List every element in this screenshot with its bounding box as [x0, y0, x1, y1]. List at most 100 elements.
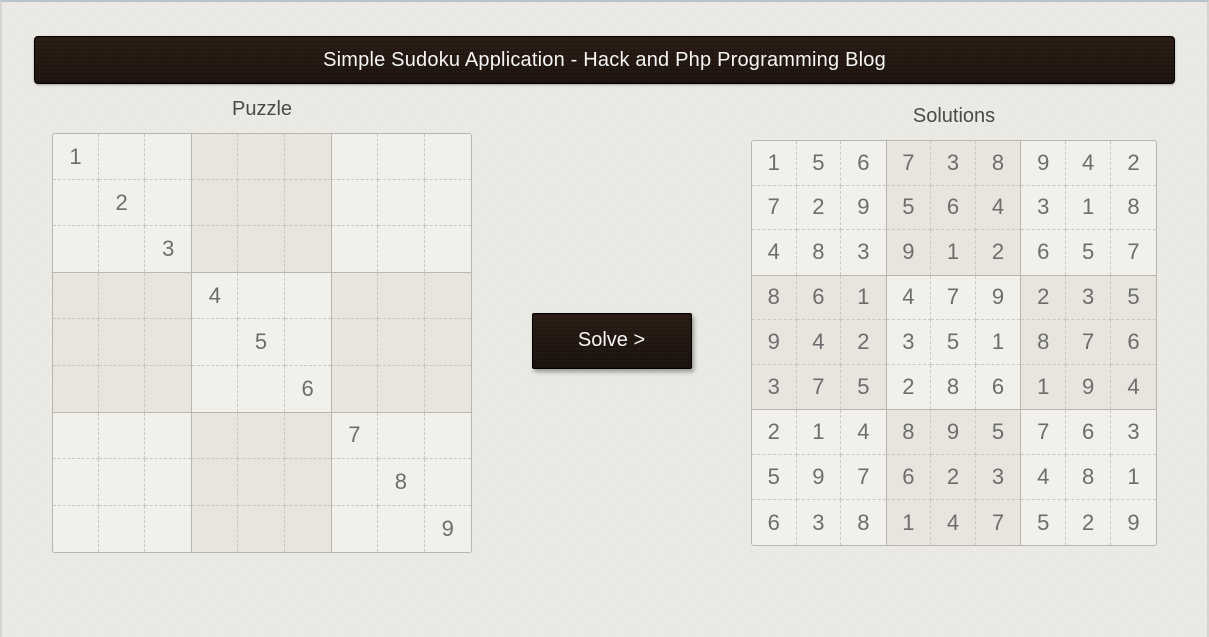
puzzle-input-r7-c5[interactable] [285, 459, 331, 504]
puzzle-input-r0-c3[interactable] [192, 134, 237, 179]
puzzle-input-r6-c0[interactable] [53, 413, 98, 458]
puzzle-input-r3-c8[interactable] [425, 273, 471, 318]
puzzle-input-r5-c7[interactable] [378, 366, 423, 412]
puzzle-input-r7-c4[interactable] [238, 459, 283, 504]
puzzle-input-r7-c1[interactable] [99, 459, 144, 504]
puzzle-cell-r8-c0 [53, 506, 99, 552]
puzzle-input-r1-c4[interactable] [238, 180, 283, 225]
puzzle-cell-r1-c7 [378, 180, 424, 226]
puzzle-input-r4-c1[interactable] [99, 319, 144, 364]
puzzle-box [192, 413, 331, 552]
puzzle-input-r5-c3[interactable] [192, 366, 237, 412]
puzzle-section: Puzzle [52, 98, 472, 553]
puzzle-cell-r0-c1 [99, 134, 145, 180]
puzzle-input-r5-c1[interactable] [99, 366, 144, 412]
solution-cell-r1-c2: 9 [841, 186, 886, 231]
puzzle-input-r1-c6[interactable] [332, 180, 377, 225]
puzzle-input-r6-c3[interactable] [192, 413, 237, 458]
puzzle-input-r8-c8[interactable] [425, 506, 471, 552]
puzzle-input-r7-c7[interactable] [378, 459, 423, 504]
puzzle-input-r3-c0[interactable] [53, 273, 98, 318]
puzzle-input-r2-c8[interactable] [425, 226, 471, 272]
puzzle-input-r1-c8[interactable] [425, 180, 471, 225]
puzzle-input-r4-c6[interactable] [332, 319, 377, 364]
solve-button[interactable]: Solve > [532, 313, 692, 369]
puzzle-input-r2-c7[interactable] [378, 226, 423, 272]
puzzle-input-r3-c1[interactable] [99, 273, 144, 318]
puzzle-input-r7-c8[interactable] [425, 459, 471, 504]
puzzle-input-r7-c2[interactable] [145, 459, 191, 504]
puzzle-cell-r1-c1 [99, 180, 145, 226]
puzzle-input-r0-c2[interactable] [145, 134, 191, 179]
puzzle-input-r6-c5[interactable] [285, 413, 331, 458]
puzzle-input-r4-c5[interactable] [285, 319, 331, 364]
puzzle-input-r2-c1[interactable] [99, 226, 144, 272]
puzzle-input-r1-c5[interactable] [285, 180, 331, 225]
puzzle-input-r2-c6[interactable] [332, 226, 377, 272]
puzzle-input-r0-c0[interactable] [53, 134, 98, 179]
puzzle-input-r8-c5[interactable] [285, 506, 331, 552]
puzzle-input-r2-c3[interactable] [192, 226, 237, 272]
puzzle-input-r0-c5[interactable] [285, 134, 331, 179]
puzzle-input-r5-c5[interactable] [285, 366, 331, 412]
puzzle-input-r2-c5[interactable] [285, 226, 331, 272]
puzzle-input-r3-c5[interactable] [285, 273, 331, 318]
puzzle-input-r0-c6[interactable] [332, 134, 377, 179]
puzzle-cell-r7-c8 [425, 459, 471, 505]
puzzle-input-r3-c7[interactable] [378, 273, 423, 318]
puzzle-input-r5-c8[interactable] [425, 366, 471, 412]
puzzle-cell-r8-c3 [192, 506, 238, 552]
puzzle-input-r6-c1[interactable] [99, 413, 144, 458]
puzzle-input-r0-c7[interactable] [378, 134, 423, 179]
puzzle-input-r3-c2[interactable] [145, 273, 191, 318]
puzzle-cell-r0-c4 [238, 134, 284, 180]
puzzle-input-r0-c8[interactable] [425, 134, 471, 179]
puzzle-input-r4-c8[interactable] [425, 319, 471, 364]
puzzle-input-r8-c4[interactable] [238, 506, 283, 552]
puzzle-input-r4-c7[interactable] [378, 319, 423, 364]
solution-cell-r3-c1: 6 [797, 276, 842, 321]
puzzle-input-r0-c1[interactable] [99, 134, 144, 179]
puzzle-input-r5-c2[interactable] [145, 366, 191, 412]
puzzle-input-r2-c4[interactable] [238, 226, 283, 272]
puzzle-input-r8-c6[interactable] [332, 506, 377, 552]
puzzle-input-r1-c7[interactable] [378, 180, 423, 225]
puzzle-input-r3-c4[interactable] [238, 273, 283, 318]
puzzle-input-r2-c2[interactable] [145, 226, 191, 272]
puzzle-input-r0-c4[interactable] [238, 134, 283, 179]
puzzle-input-r6-c7[interactable] [378, 413, 423, 458]
solution-box: 895623147 [887, 410, 1022, 545]
puzzle-input-r1-c0[interactable] [53, 180, 98, 225]
puzzle-input-r4-c3[interactable] [192, 319, 237, 364]
puzzle-cell-r3-c8 [425, 273, 471, 319]
puzzle-input-r8-c1[interactable] [99, 506, 144, 552]
puzzle-input-r6-c8[interactable] [425, 413, 471, 458]
puzzle-input-r6-c2[interactable] [145, 413, 191, 458]
puzzle-input-r4-c0[interactable] [53, 319, 98, 364]
puzzle-input-r4-c2[interactable] [145, 319, 191, 364]
puzzle-input-r8-c2[interactable] [145, 506, 191, 552]
puzzle-input-r5-c4[interactable] [238, 366, 283, 412]
puzzle-input-r8-c7[interactable] [378, 506, 423, 552]
puzzle-input-r1-c3[interactable] [192, 180, 237, 225]
puzzle-input-r8-c3[interactable] [192, 506, 237, 552]
solution-cell-r7-c2: 7 [841, 455, 886, 500]
puzzle-input-r7-c3[interactable] [192, 459, 237, 504]
puzzle-cell-r4-c0 [53, 319, 99, 365]
puzzle-input-r6-c4[interactable] [238, 413, 283, 458]
puzzle-cell-r2-c8 [425, 226, 471, 272]
puzzle-input-r1-c2[interactable] [145, 180, 191, 225]
puzzle-input-r1-c1[interactable] [99, 180, 144, 225]
solution-cell-r0-c0: 1 [752, 141, 797, 186]
puzzle-input-r6-c6[interactable] [332, 413, 377, 458]
puzzle-input-r8-c0[interactable] [53, 506, 98, 552]
solution-cell-r3-c7: 3 [1066, 276, 1111, 321]
puzzle-input-r2-c0[interactable] [53, 226, 98, 272]
puzzle-input-r5-c6[interactable] [332, 366, 377, 412]
puzzle-input-r7-c0[interactable] [53, 459, 98, 504]
puzzle-input-r4-c4[interactable] [238, 319, 283, 364]
puzzle-input-r5-c0[interactable] [53, 366, 98, 412]
puzzle-input-r3-c3[interactable] [192, 273, 237, 318]
puzzle-input-r3-c6[interactable] [332, 273, 377, 318]
puzzle-input-r7-c6[interactable] [332, 459, 377, 504]
